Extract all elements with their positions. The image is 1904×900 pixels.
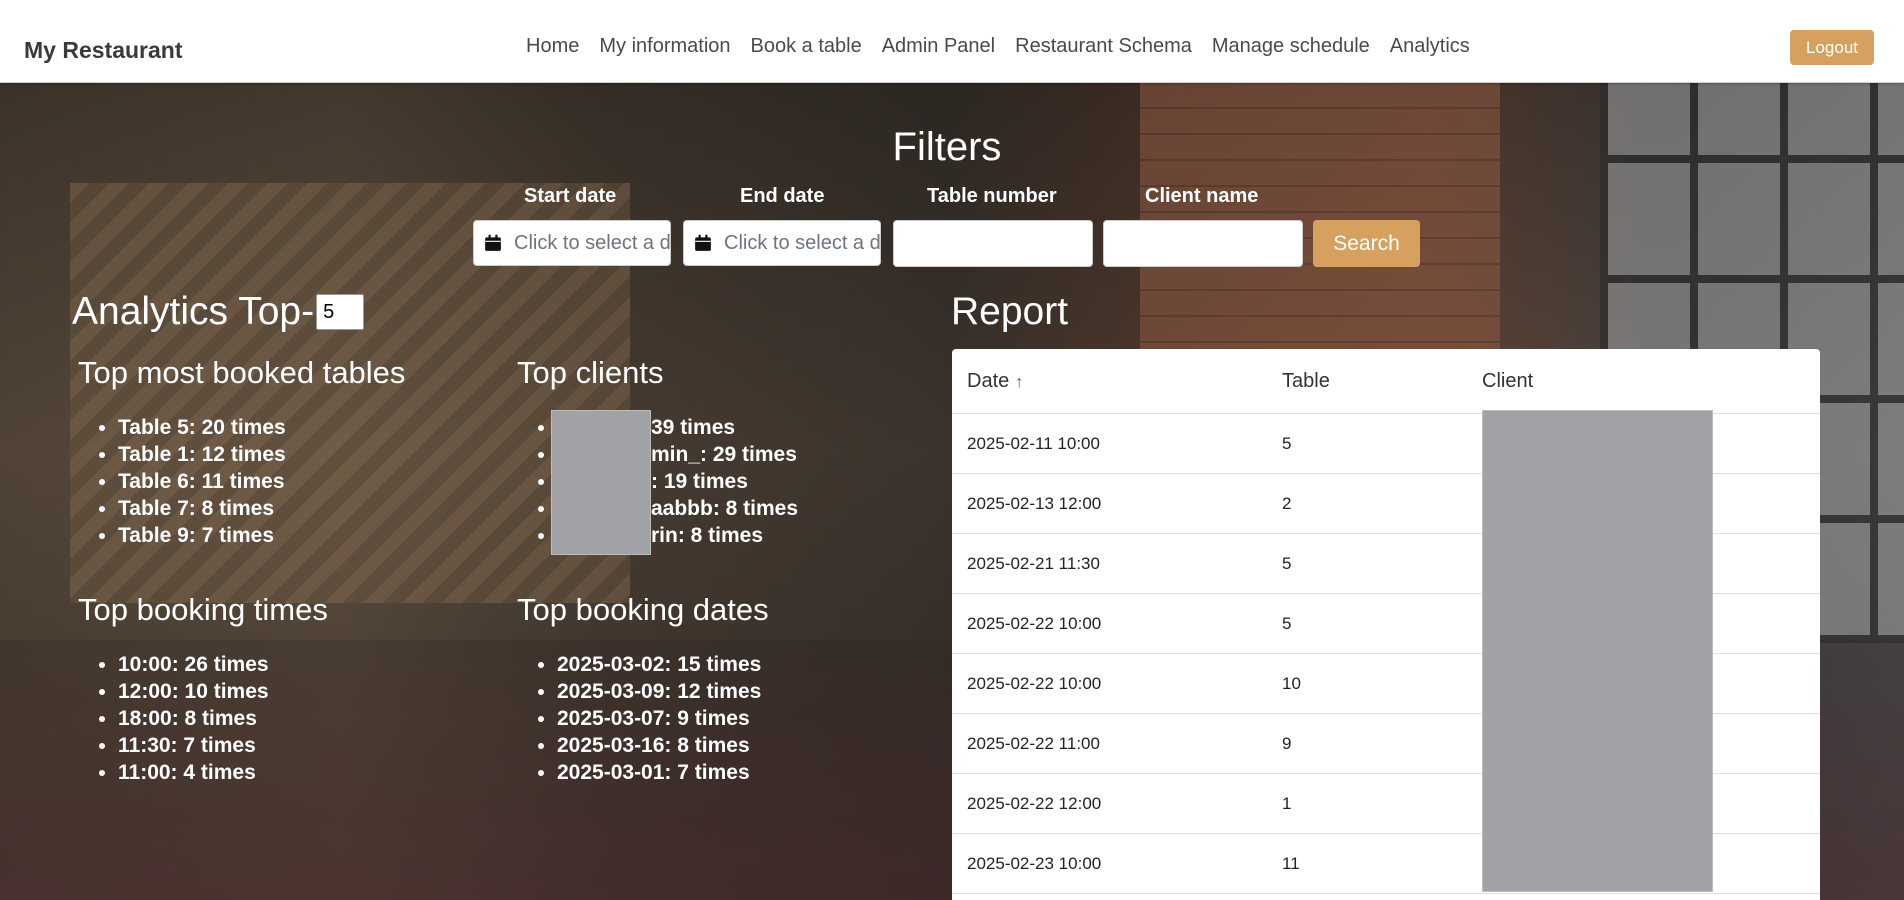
list-item: Table 9: 7 times [118, 522, 286, 549]
cell-date: 2025-02-22 10:00 [967, 613, 1102, 633]
column-header-table[interactable]: Table [1282, 370, 1482, 393]
filters-title: Filters [892, 125, 1002, 169]
top-n-input[interactable] [316, 294, 365, 330]
nav-link-manage-schedule[interactable]: Manage schedule [1202, 35, 1380, 58]
calendar-icon [695, 234, 711, 251]
nav-links: Home My information Book a table Admin P… [516, 35, 1480, 58]
cell-table: 5 [1282, 433, 1292, 453]
top-clients-title: Top clients [517, 355, 664, 390]
nav-link-restaurant-schema[interactable]: Restaurant Schema [1005, 35, 1202, 58]
list-item: Table 5: 20 times [118, 414, 286, 441]
top-tables-title: Top most booked tables [78, 355, 406, 390]
start-date-input[interactable]: Click to select a date [473, 220, 671, 266]
list-item: 12:00: 10 times [118, 678, 269, 705]
top-tables-list: Table 5: 20 times Table 1: 12 times Tabl… [78, 414, 286, 549]
start-date-placeholder: Click to select a date [514, 231, 671, 254]
logout-button[interactable]: Logout [1790, 30, 1874, 65]
cell-date: 2025-02-13 12:00 [967, 493, 1102, 513]
cell-date: 2025-02-22 10:00 [967, 673, 1102, 693]
cell-date: 2025-02-23 10:00 [967, 853, 1102, 873]
redaction-block [1482, 410, 1713, 892]
cell-table: 1 [1282, 793, 1292, 813]
client-name-input[interactable] [1103, 220, 1303, 267]
list-item: 18:00: 8 times [118, 705, 269, 732]
sort-ascending-icon[interactable]: ↑ [1015, 374, 1023, 392]
end-date-label: End date [740, 185, 825, 207]
cell-table: 9 [1282, 733, 1292, 753]
top-times-list: 10:00: 26 times 12:00: 10 times 18:00: 8… [78, 651, 269, 786]
cell-table: 2 [1282, 493, 1292, 513]
list-item: 11:30: 7 times [118, 732, 269, 759]
end-date-placeholder: Click to select a date [724, 231, 881, 254]
list-item: 2025-03-16: 8 times [557, 732, 761, 759]
navbar: My Restaurant Home My information Book a… [0, 0, 1904, 83]
cell-table: 5 [1282, 613, 1292, 633]
report-title: Report [951, 290, 1069, 333]
list-item: 2025-03-07: 9 times [557, 705, 761, 732]
table-number-label: Table number [927, 185, 1057, 207]
client-name-label: Client name [1145, 185, 1259, 207]
list-item: 2025-03-09: 12 times [557, 678, 761, 705]
column-header-date[interactable]: Date ↑ [952, 370, 1282, 393]
redaction-block [551, 410, 651, 555]
cell-date: 2025-02-22 12:00 [967, 793, 1102, 813]
top-times-title: Top booking times [78, 592, 328, 627]
list-item: 11:00: 4 times [118, 759, 269, 786]
list-item: 10:00: 26 times [118, 651, 269, 678]
cell-date: 2025-02-11 10:00 [967, 433, 1100, 453]
top-dates-title: Top booking dates [517, 592, 769, 627]
cell-table: 5 [1282, 553, 1292, 573]
list-item: Table 6: 11 times [118, 468, 286, 495]
list-item: Table 1: 12 times [118, 441, 286, 468]
cell-date: 2025-02-21 11:30 [967, 553, 1100, 573]
nav-link-admin-panel[interactable]: Admin Panel [872, 35, 1005, 58]
nav-link-home[interactable]: Home [516, 35, 589, 58]
analytics-title-text: Analytics Top- [72, 290, 315, 333]
cell-table: 11 [1282, 853, 1300, 873]
start-date-label: Start date [524, 185, 617, 207]
nav-link-my-information[interactable]: My information [589, 35, 740, 58]
cell-table: 10 [1282, 673, 1301, 693]
nav-link-book-a-table[interactable]: Book a table [741, 35, 872, 58]
table-number-input[interactable] [893, 220, 1093, 267]
cell-date: 2025-02-22 11:00 [967, 733, 1100, 753]
end-date-input[interactable]: Click to select a date [683, 220, 881, 266]
table-header-row: Date ↑ Table Client [952, 349, 1820, 414]
list-item: Table 7: 8 times [118, 495, 286, 522]
list-item: 2025-03-01: 7 times [557, 759, 761, 786]
calendar-icon [485, 234, 501, 251]
search-button[interactable]: Search [1313, 220, 1420, 267]
top-dates-list: 2025-03-02: 15 times 2025-03-09: 12 time… [517, 651, 761, 786]
nav-link-analytics[interactable]: Analytics [1380, 35, 1480, 58]
list-item: 2025-03-02: 15 times [557, 651, 761, 678]
analytics-title: Analytics Top- [72, 290, 365, 334]
column-header-client[interactable]: Client [1482, 370, 1820, 393]
brand-title[interactable]: My Restaurant [24, 37, 182, 64]
